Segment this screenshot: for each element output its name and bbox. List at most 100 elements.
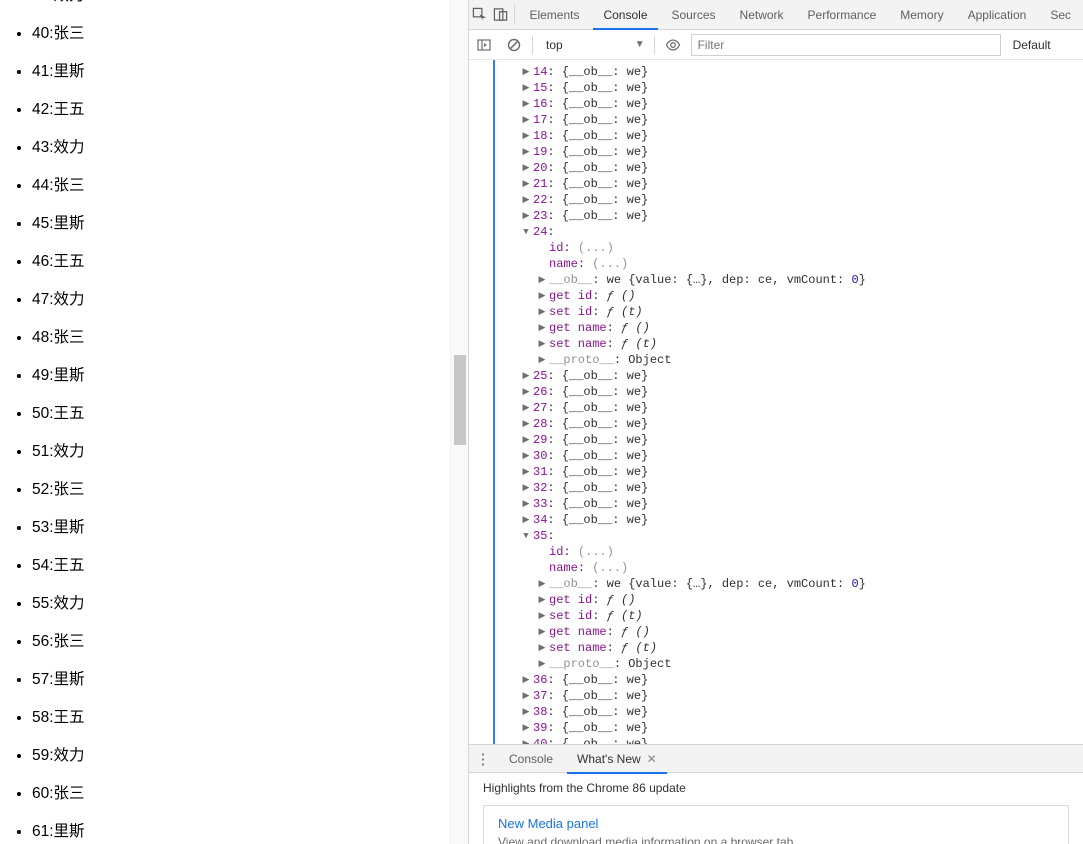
tab-performance[interactable]: Performance xyxy=(796,0,889,29)
list-item: 44:张三 xyxy=(32,177,450,194)
tree-row[interactable]: ▶29: {__ob__: we} xyxy=(521,432,1083,448)
tree-row[interactable]: ▶21: {__ob__: we} xyxy=(521,176,1083,192)
tab-security[interactable]: Sec xyxy=(1038,0,1083,29)
whats-new-card-title: New Media panel xyxy=(498,816,1054,831)
live-expression-icon[interactable] xyxy=(661,37,685,53)
tab-elements[interactable]: Elements xyxy=(517,0,591,29)
list-item: 40:张三 xyxy=(32,25,450,42)
tree-row[interactable]: ▶38: {__ob__: we} xyxy=(521,704,1083,720)
devtools-panel: Elements Console Sources Network Perform… xyxy=(468,0,1083,844)
list-item: 48:张三 xyxy=(32,329,450,346)
tree-row[interactable]: ▶20: {__ob__: we} xyxy=(521,160,1083,176)
tree-row[interactable]: ▶get name: ƒ () xyxy=(521,320,1083,336)
tree-row[interactable]: id: (...) xyxy=(521,544,1083,560)
tree-row[interactable]: ▶23: {__ob__: we} xyxy=(521,208,1083,224)
list-item: 53:里斯 xyxy=(32,519,450,536)
list-item: 60:张三 xyxy=(32,785,450,802)
list-item: 47:效力 xyxy=(32,291,450,308)
tree-row[interactable]: ▶18: {__ob__: we} xyxy=(521,128,1083,144)
data-list: 39:效力 40:张三41:里斯42:王五43:效力44:张三45:里斯46:王… xyxy=(0,0,450,840)
tree-row[interactable]: ▼35: xyxy=(521,528,1083,544)
scrollbar-thumb[interactable] xyxy=(454,355,466,445)
tree-row[interactable]: ▶32: {__ob__: we} xyxy=(521,480,1083,496)
list-item: 58:王五 xyxy=(32,709,450,726)
whats-new-body: Highlights from the Chrome 86 update New… xyxy=(469,773,1083,844)
tab-network[interactable]: Network xyxy=(728,0,796,29)
list-item: 59:效力 xyxy=(32,747,450,764)
tree-row[interactable]: ▶get id: ƒ () xyxy=(521,288,1083,304)
chevron-down-icon: ▼ xyxy=(635,39,645,50)
inspect-element-icon[interactable] xyxy=(469,0,490,29)
whats-new-card-desc: View and download media information on a… xyxy=(498,835,1054,844)
tree-row[interactable]: ▼24: xyxy=(521,224,1083,240)
tree-row[interactable]: ▶27: {__ob__: we} xyxy=(521,400,1083,416)
drawer-menu-icon[interactable]: ⋮ xyxy=(469,750,497,768)
tab-console[interactable]: Console xyxy=(591,0,659,29)
tree-row[interactable]: ▶__proto__: Object xyxy=(521,352,1083,368)
tree-row[interactable]: name: (...) xyxy=(521,256,1083,272)
tree-row[interactable]: ▶get id: ƒ () xyxy=(521,592,1083,608)
list-item: 46:王五 xyxy=(32,253,450,270)
execution-context-select[interactable]: top ▼ xyxy=(536,34,651,56)
tree-row[interactable]: ▶30: {__ob__: we} xyxy=(521,448,1083,464)
list-item: 42:王五 xyxy=(32,101,450,118)
whats-new-headline: Highlights from the Chrome 86 update xyxy=(483,781,1069,795)
tree-row[interactable]: ▶__proto__: Object xyxy=(521,656,1083,672)
clear-console-icon[interactable] xyxy=(499,30,529,60)
list-item: 49:里斯 xyxy=(32,367,450,384)
tree-row[interactable]: ▶36: {__ob__: we} xyxy=(521,672,1083,688)
logged-object-tree[interactable]: ▶14: {__ob__: we}▶15: {__ob__: we}▶16: {… xyxy=(493,60,1083,744)
tree-row[interactable]: ▶14: {__ob__: we} xyxy=(521,64,1083,80)
tree-row[interactable]: ▶__ob__: we {value: {…}, dep: ce, vmCoun… xyxy=(521,272,1083,288)
page-scrollbar[interactable] xyxy=(450,0,468,844)
tree-row[interactable]: ▶set id: ƒ (t) xyxy=(521,304,1083,320)
tree-row[interactable]: ▶set name: ƒ (t) xyxy=(521,640,1083,656)
tree-row[interactable]: ▶22: {__ob__: we} xyxy=(521,192,1083,208)
sidebar-toggle-icon[interactable] xyxy=(469,30,499,60)
tree-row[interactable]: ▶__ob__: we {value: {…}, dep: ce, vmCoun… xyxy=(521,576,1083,592)
list-item: 54:王五 xyxy=(32,557,450,574)
tree-row[interactable]: ▶39: {__ob__: we} xyxy=(521,720,1083,736)
console-output[interactable]: ▶14: {__ob__: we}▶15: {__ob__: we}▶16: {… xyxy=(469,60,1083,744)
list-item: 52:张三 xyxy=(32,481,450,498)
tree-row[interactable]: ▶set id: ƒ (t) xyxy=(521,608,1083,624)
log-level-select[interactable]: Default xyxy=(1001,38,1051,52)
tree-row[interactable]: id: (...) xyxy=(521,240,1083,256)
close-icon[interactable]: ✕ xyxy=(647,752,657,766)
context-value: top xyxy=(546,38,563,52)
whats-new-card[interactable]: New Media panel View and download media … xyxy=(483,805,1069,844)
tab-application[interactable]: Application xyxy=(956,0,1039,29)
tree-row[interactable]: ▶40: { ob : we} xyxy=(521,736,1083,744)
drawer-tab-label: What's New xyxy=(577,752,641,766)
tree-row[interactable]: ▶16: {__ob__: we} xyxy=(521,96,1083,112)
tree-row[interactable]: ▶25: {__ob__: we} xyxy=(521,368,1083,384)
devtools-drawer: ⋮ Console What's New ✕ Highlights from t… xyxy=(469,744,1083,844)
list-item: 51:效力 xyxy=(32,443,450,460)
tab-sources[interactable]: Sources xyxy=(660,0,728,29)
tree-row[interactable]: ▶37: {__ob__: we} xyxy=(521,688,1083,704)
list-item: 41:里斯 xyxy=(32,63,450,80)
tree-row[interactable]: ▶28: {__ob__: we} xyxy=(521,416,1083,432)
tree-row[interactable]: name: (...) xyxy=(521,560,1083,576)
tree-row[interactable]: ▶15: {__ob__: we} xyxy=(521,80,1083,96)
list-item: 43:效力 xyxy=(32,139,450,156)
list-item: 57:里斯 xyxy=(32,671,450,688)
tree-row[interactable]: ▶26: {__ob__: we} xyxy=(521,384,1083,400)
drawer-tab-whatsnew[interactable]: What's New ✕ xyxy=(565,745,669,773)
drawer-tab-console[interactable]: Console xyxy=(497,745,565,773)
tree-row[interactable]: ▶set name: ƒ (t) xyxy=(521,336,1083,352)
list-item: 45:里斯 xyxy=(32,215,450,232)
tree-row[interactable]: ▶get name: ƒ () xyxy=(521,624,1083,640)
tree-row[interactable]: ▶19: {__ob__: we} xyxy=(521,144,1083,160)
tree-row[interactable]: ▶31: {__ob__: we} xyxy=(521,464,1083,480)
list-item: 61:里斯 xyxy=(32,823,450,840)
tree-row[interactable]: ▶34: {__ob__: we} xyxy=(521,512,1083,528)
tree-row[interactable]: ▶33: {__ob__: we} xyxy=(521,496,1083,512)
list-item: 50:王五 xyxy=(32,405,450,422)
drawer-tabbar: ⋮ Console What's New ✕ xyxy=(469,745,1083,773)
console-toolbar: top ▼ Default xyxy=(469,30,1083,60)
console-filter-input[interactable] xyxy=(691,34,1001,56)
tree-row[interactable]: ▶17: {__ob__: we} xyxy=(521,112,1083,128)
tab-memory[interactable]: Memory xyxy=(888,0,955,29)
toggle-device-icon[interactable] xyxy=(490,0,511,29)
